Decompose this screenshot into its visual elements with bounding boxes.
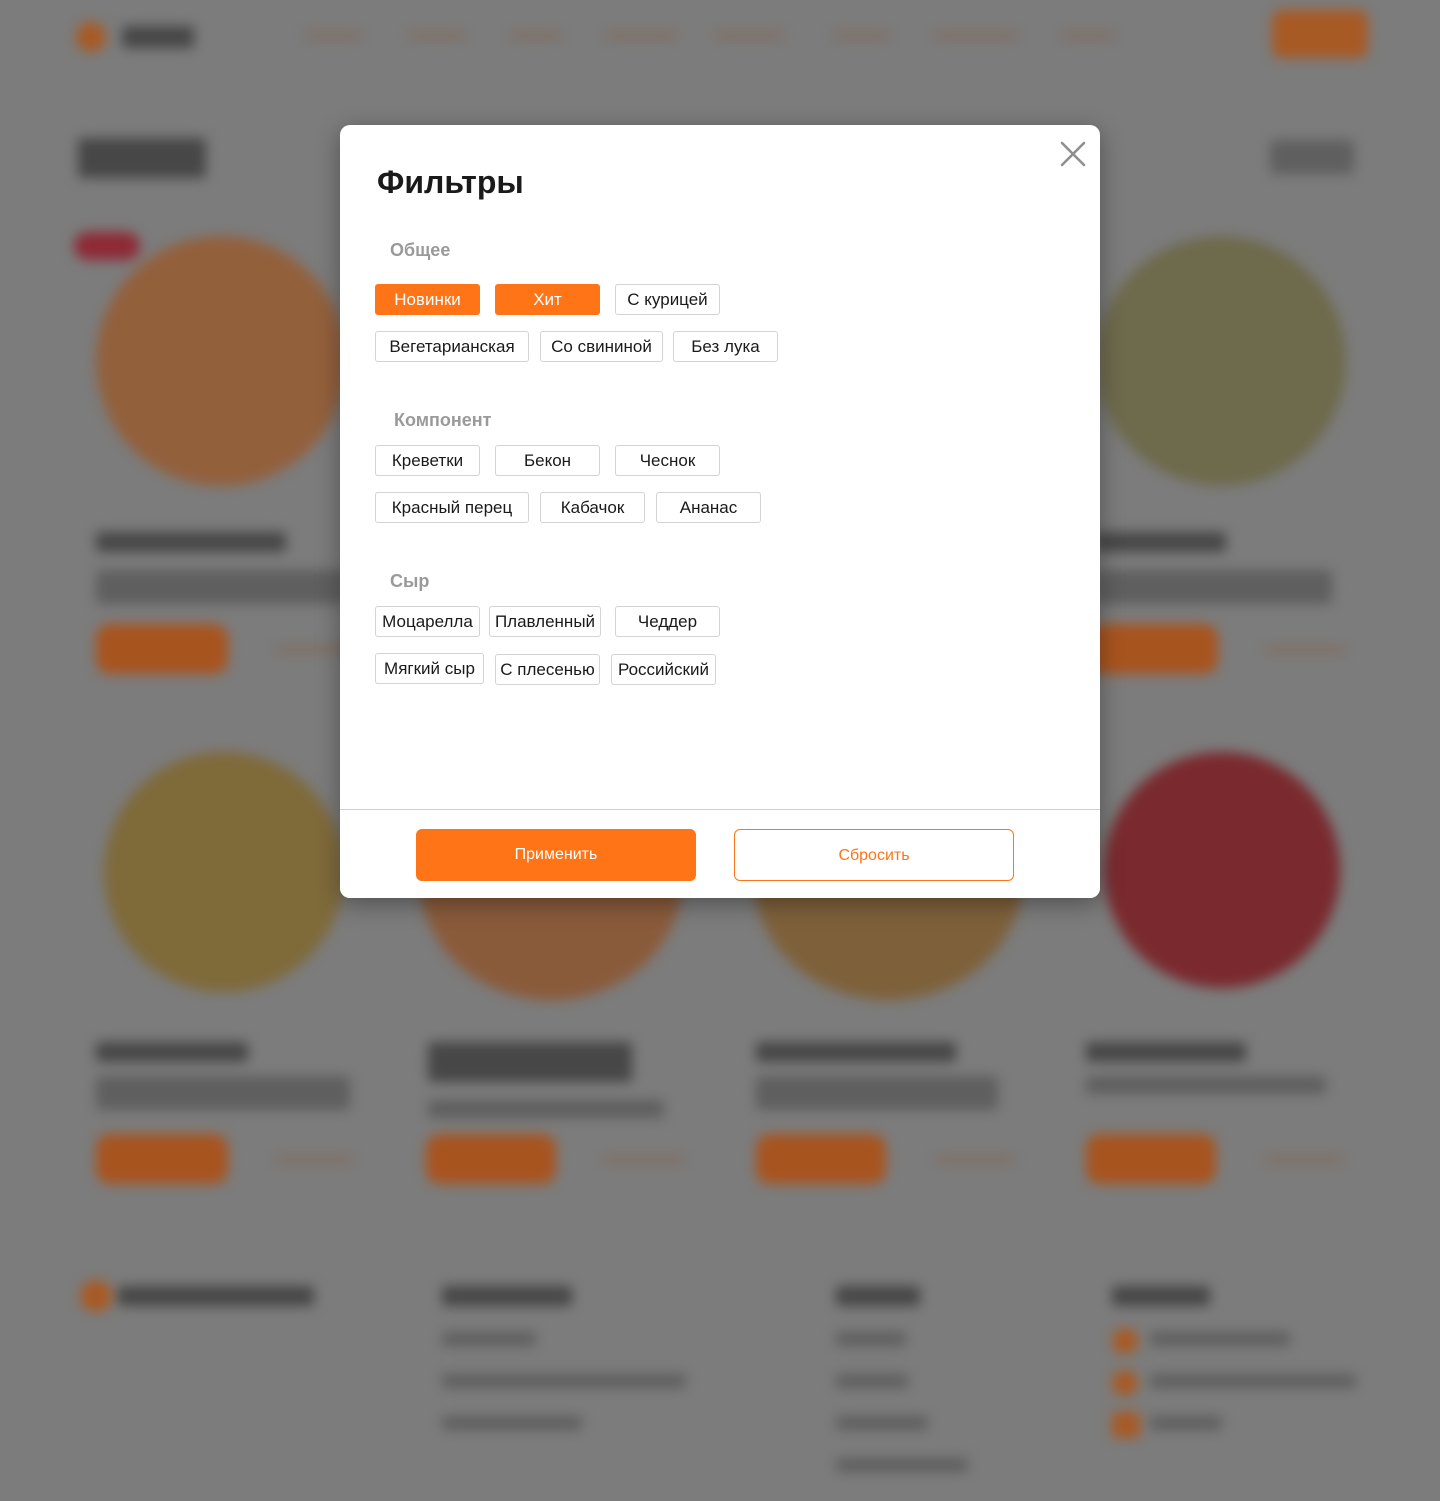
chip-blue-cheese[interactable]: С плесенью [495, 654, 600, 685]
chip-chicken[interactable]: С курицей [615, 284, 720, 315]
header-cart-button [1272, 10, 1368, 58]
chip-no-onion[interactable]: Без лука [673, 331, 778, 362]
footer-col-title [836, 1286, 920, 1306]
footer-link [442, 1374, 686, 1388]
product-title [1086, 1042, 1246, 1062]
nav-item [1062, 34, 1114, 37]
chip-new[interactable]: Новинки [375, 284, 480, 315]
product-desc [1086, 1076, 1326, 1094]
badge [74, 232, 140, 260]
modal-footer: Применить Сбросить [340, 809, 1100, 898]
chip-hit[interactable]: Хит [495, 284, 600, 315]
nav-item [936, 34, 1016, 37]
product-price [1266, 1158, 1342, 1161]
product-button [756, 1134, 886, 1184]
apply-button[interactable]: Применить [416, 829, 696, 881]
chip-bacon[interactable]: Бекон [495, 445, 600, 476]
section-title-general: Общее [390, 240, 451, 260]
product-button [96, 1134, 228, 1184]
footer-logo-icon [80, 1280, 112, 1312]
chip-soft-cheese[interactable]: Мягкий сыр [375, 653, 484, 684]
chip-mozzarella[interactable]: Моцарелла [375, 606, 480, 637]
nav-item [716, 34, 782, 37]
filters-modal: Фильтры Общее Новинки Хит С курицей Веге… [340, 125, 1100, 898]
nav-item [606, 34, 676, 37]
product-title [428, 1042, 632, 1082]
product-button [426, 1134, 556, 1184]
footer-col-title [1112, 1286, 1210, 1306]
product-price [276, 648, 346, 651]
nav-item [512, 34, 560, 37]
page-heading [78, 138, 206, 178]
footer-link [836, 1374, 908, 1388]
phone-icon [1112, 1328, 1138, 1354]
nav-item [306, 34, 360, 37]
chip-vegetarian[interactable]: Вегетарианская [375, 331, 529, 362]
product-title [96, 1042, 248, 1062]
section-title-component: Компонент [394, 410, 492, 430]
product-price [936, 1158, 1014, 1161]
product-desc [96, 570, 346, 604]
footer-link [442, 1332, 536, 1346]
logo-icon [76, 22, 106, 52]
chip-garlic[interactable]: Чеснок [615, 445, 720, 476]
chip-zucchini[interactable]: Кабачок [540, 492, 645, 523]
product-price [276, 1158, 352, 1161]
product-title [96, 532, 286, 552]
chip-cheddar[interactable]: Чеддер [615, 606, 720, 637]
pizza-image [1096, 236, 1346, 486]
footer-link [836, 1458, 968, 1472]
mail-icon [1112, 1412, 1140, 1438]
product-desc [428, 1100, 664, 1118]
product-desc [96, 1076, 350, 1110]
modal-title: Фильтры [377, 164, 524, 200]
footer-link [442, 1416, 582, 1430]
chip-shrimp[interactable]: Креветки [375, 445, 480, 476]
location-icon [1112, 1370, 1138, 1396]
pizza-image [104, 752, 344, 992]
product-title [756, 1042, 956, 1062]
footer-contact [1150, 1416, 1222, 1430]
product-desc [1096, 570, 1332, 604]
pizza-image [96, 236, 346, 486]
chip-red-pepper[interactable]: Красный перец [375, 492, 529, 523]
footer-link [836, 1332, 906, 1346]
close-icon[interactable] [1056, 137, 1090, 171]
chip-russian[interactable]: Российский [611, 654, 716, 685]
product-title [1096, 532, 1226, 552]
footer-col-title [442, 1286, 572, 1306]
chip-processed[interactable]: Плавленный [489, 606, 601, 637]
footer-logo-text [118, 1286, 314, 1306]
chip-pineapple[interactable]: Ананас [656, 492, 761, 523]
product-price [604, 1158, 684, 1161]
filter-button [1270, 140, 1354, 174]
product-button [96, 624, 228, 674]
footer-contact [1150, 1374, 1356, 1388]
product-desc [756, 1076, 998, 1110]
footer-link [836, 1416, 928, 1430]
section-title-cheese: Сыр [390, 571, 430, 591]
product-button [1086, 1134, 1216, 1184]
reset-button[interactable]: Сбросить [734, 829, 1014, 881]
product-button [1090, 624, 1218, 674]
pizza-image [1104, 752, 1340, 988]
logo-text [122, 26, 194, 48]
nav-item [834, 34, 888, 37]
nav-item [410, 34, 464, 37]
chip-pork[interactable]: Со свининой [540, 331, 663, 362]
footer-contact [1150, 1332, 1290, 1346]
product-price [1266, 648, 1344, 651]
